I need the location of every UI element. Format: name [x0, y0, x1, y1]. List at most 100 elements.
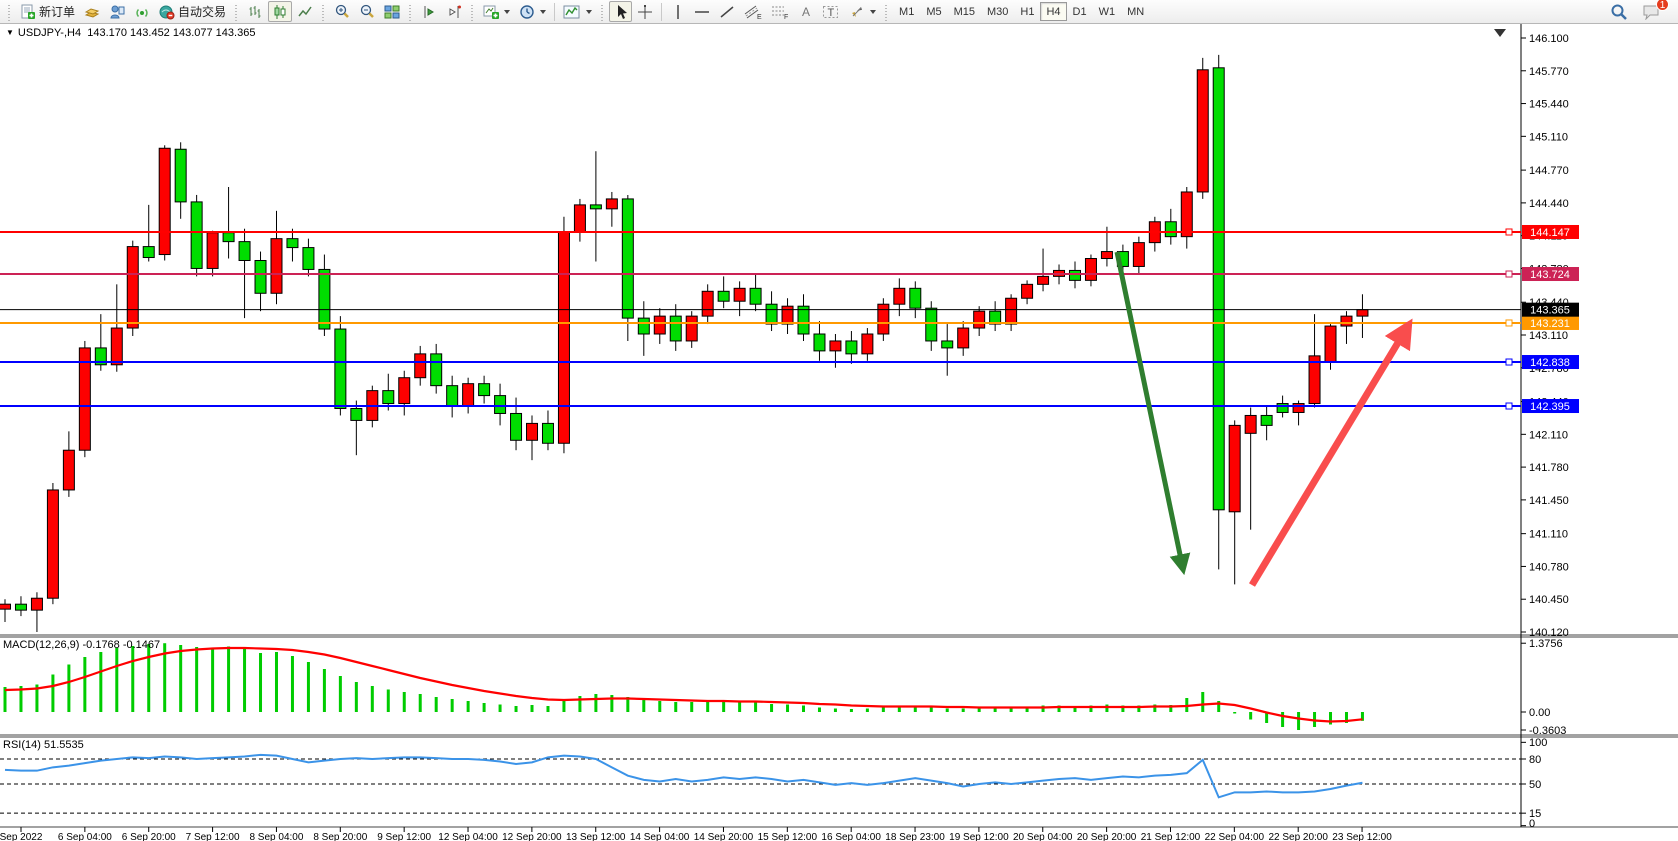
svg-text:143.231: 143.231: [1530, 318, 1570, 330]
bull-candle: [127, 247, 138, 328]
timeframe-group: M1M5M15M30H1H4D1W1MN: [893, 2, 1150, 21]
search-button[interactable]: [1606, 1, 1632, 22]
svg-text:145.110: 145.110: [1529, 131, 1568, 143]
tab-timeframe-m30[interactable]: M30: [981, 2, 1014, 21]
toolbar-grip[interactable]: [883, 3, 890, 21]
time-label: 12 Sep 20:00: [502, 832, 562, 841]
tab-timeframe-h4[interactable]: H4: [1040, 2, 1066, 21]
rsi-value: 51.5535: [44, 739, 84, 751]
navigator-button[interactable]: [105, 1, 129, 22]
macd-bar: [722, 701, 725, 712]
toolbar-grip[interactable]: [407, 3, 414, 21]
bull-candle: [111, 328, 122, 365]
bull-candle: [1357, 310, 1368, 316]
chart-expand-icon[interactable]: ▼: [6, 28, 14, 37]
market-watch-icon: [84, 4, 100, 20]
zoom-out-icon: [359, 4, 375, 20]
vline-tool-button[interactable]: [666, 1, 689, 22]
price-tag: 142.838: [1522, 355, 1579, 369]
trendline-tool-button[interactable]: [715, 1, 739, 22]
bear-candle: [431, 354, 442, 386]
svg-text:50: 50: [1529, 779, 1541, 791]
arrows-tool-button[interactable]: [845, 1, 880, 22]
auto-scroll-button[interactable]: [417, 1, 441, 22]
bear-candle: [175, 149, 186, 202]
chart-ohlc-values: 143.170 143.452 143.077 143.365: [87, 27, 255, 39]
text-label-tool-button[interactable]: T: [818, 1, 844, 22]
chart-shift-button[interactable]: [442, 1, 466, 22]
svg-text:1.3756: 1.3756: [1529, 638, 1563, 650]
crosshair-tool-button[interactable]: [633, 1, 657, 22]
line-chart-button[interactable]: [293, 1, 317, 22]
signals-button[interactable]: [130, 1, 154, 22]
toolbar-grip[interactable]: [599, 3, 606, 21]
text-label-icon: T: [822, 4, 840, 20]
time-label: 12 Sep 04:00: [438, 832, 498, 841]
macd-bar: [323, 669, 326, 712]
svg-text:140.450: 140.450: [1529, 594, 1569, 606]
bull-candle: [1197, 70, 1208, 192]
bull-candle: [47, 490, 58, 598]
macd-bar: [786, 705, 789, 713]
hline-tool-button[interactable]: [690, 1, 714, 22]
toolbar-grip[interactable]: [320, 3, 327, 21]
bull-candle: [1133, 243, 1144, 267]
macd-bar: [211, 648, 214, 712]
text-tool-button[interactable]: A: [794, 1, 817, 22]
cursor-tool-button[interactable]: [609, 1, 632, 22]
line-handle: [1506, 403, 1512, 409]
svg-text:E: E: [757, 14, 762, 20]
svg-text:143.724: 143.724: [1530, 269, 1570, 281]
macd-bar: [738, 702, 741, 713]
channel-tool-button[interactable]: E: [740, 1, 766, 22]
macd-bar: [690, 702, 693, 712]
svg-text:A: A: [802, 5, 810, 19]
svg-text:143.110: 143.110: [1529, 330, 1568, 342]
tab-timeframe-m1[interactable]: M1: [893, 2, 920, 21]
price-chart-canvas[interactable]: 146.100145.770145.440145.110144.770144.4…: [0, 24, 1678, 841]
tab-timeframe-d1[interactable]: D1: [1067, 2, 1093, 21]
new-chart-button[interactable]: [479, 1, 514, 22]
candlestick-chart-button[interactable]: [268, 1, 292, 22]
macd-bar: [195, 647, 198, 712]
macd-bar: [850, 709, 853, 712]
line-chart-icon: [297, 4, 313, 20]
toolbar-grip[interactable]: [6, 3, 13, 21]
auto-trading-button[interactable]: 自动交易: [155, 1, 230, 22]
profiles-button[interactable]: [515, 1, 550, 22]
tab-timeframe-m15[interactable]: M15: [948, 2, 981, 21]
bull-candle: [399, 378, 410, 404]
svg-text:141.450: 141.450: [1529, 495, 1569, 507]
notifications-button[interactable]: 1: [1638, 1, 1664, 22]
zoom-in-button[interactable]: [330, 1, 354, 22]
tab-timeframe-mn[interactable]: MN: [1121, 2, 1150, 21]
new-chart-icon: [483, 4, 499, 20]
zoom-out-button[interactable]: [355, 1, 379, 22]
toolbar-grip[interactable]: [469, 3, 476, 21]
panel-separators[interactable]: [0, 635, 1678, 827]
green-down-arrow[interactable]: [1117, 252, 1183, 569]
tab-timeframe-m5[interactable]: M5: [920, 2, 947, 21]
macd-bar: [754, 703, 757, 713]
tab-timeframe-h1[interactable]: H1: [1014, 2, 1040, 21]
bear-candle: [798, 306, 809, 334]
bar-chart-button[interactable]: [243, 1, 267, 22]
vertical-line-icon: [671, 4, 685, 20]
bull-candle: [159, 148, 170, 254]
macd-bar: [562, 700, 565, 713]
bull-candle: [974, 311, 985, 328]
macd-bar: [818, 708, 821, 713]
macd-bar: [259, 653, 262, 712]
red-up-arrow[interactable]: [1252, 326, 1408, 585]
tab-timeframe-w1[interactable]: W1: [1093, 2, 1122, 21]
indicators-button[interactable]: [559, 1, 596, 22]
fibonacci-tool-button[interactable]: F: [767, 1, 793, 22]
macd-bar: [451, 699, 454, 712]
tile-windows-button[interactable]: [380, 1, 404, 22]
new-order-button[interactable]: 新订单: [16, 1, 79, 22]
toolbar-grip[interactable]: [233, 3, 240, 21]
svg-text:142.395: 142.395: [1530, 401, 1570, 413]
chart-window[interactable]: 146.100145.770145.440145.110144.770144.4…: [0, 24, 1678, 841]
market-watch-button[interactable]: [80, 1, 104, 22]
svg-text:142.110: 142.110: [1529, 429, 1568, 441]
